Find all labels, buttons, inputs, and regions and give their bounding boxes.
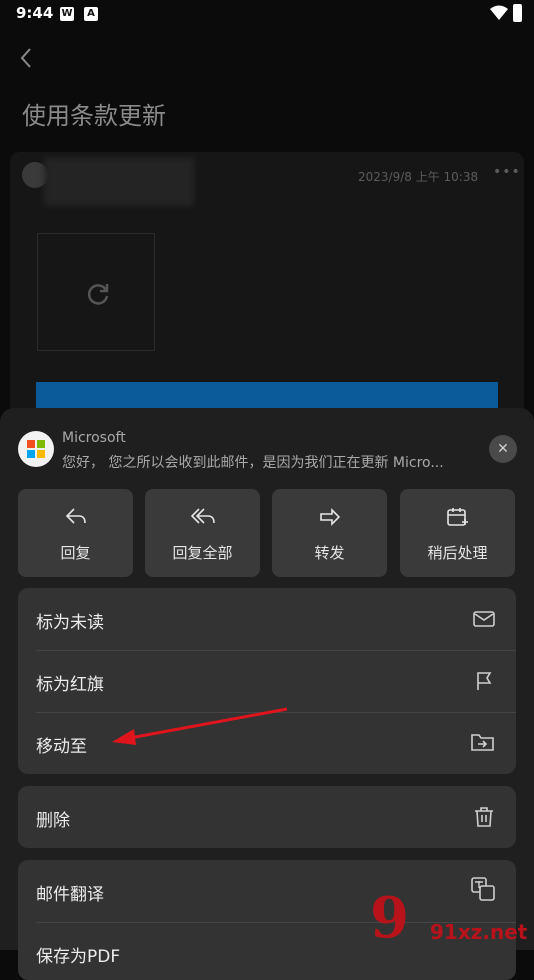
watermark-text: 91xz.net xyxy=(430,920,528,944)
watermark-mark: 9 xyxy=(370,885,409,951)
watermark: 9 91xz.net xyxy=(370,886,534,950)
annotation-arrow xyxy=(112,707,288,745)
